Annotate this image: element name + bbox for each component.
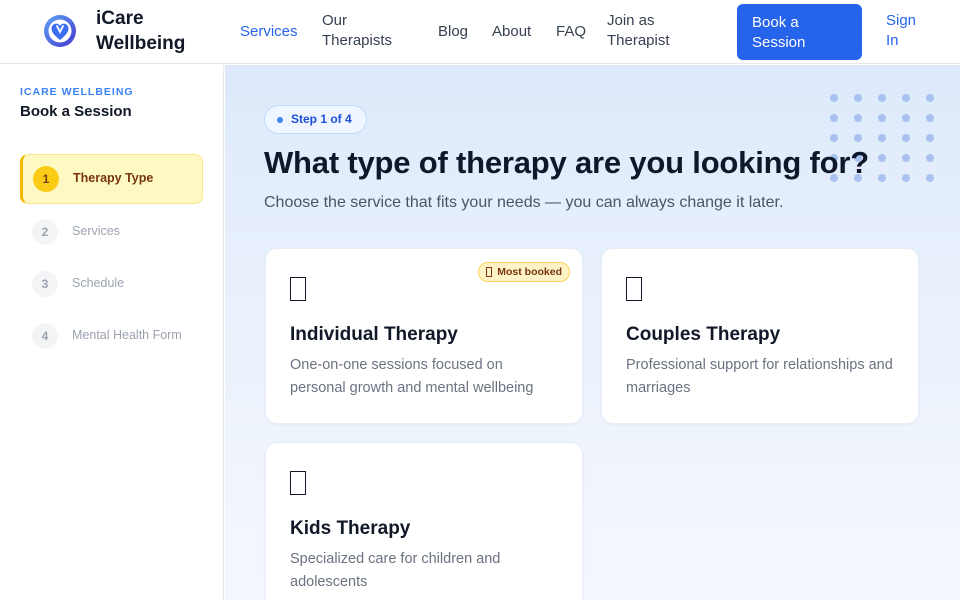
heart-logo-icon[interactable] (42, 13, 78, 49)
card-couples-therapy[interactable]: Couples Therapy Professional support for… (601, 248, 919, 424)
step-therapy-type[interactable]: 1 Therapy Type (20, 154, 203, 204)
decorative-dot (902, 154, 910, 162)
step-label: Therapy Type (73, 171, 154, 185)
decorative-dot (902, 174, 910, 182)
badge-label: Most booked (497, 266, 562, 278)
couples-therapy-icon (626, 277, 642, 301)
decorative-dot (878, 94, 886, 102)
nav-our-therapists[interactable]: Our Therapists (322, 11, 402, 51)
step-number: 2 (32, 219, 58, 245)
decorative-dot (902, 114, 910, 122)
decorative-dot (854, 94, 862, 102)
page-subtitle: Choose the service that fits your needs … (264, 194, 784, 211)
kids-therapy-icon (290, 471, 306, 495)
sidebar-eyebrow: ICARE WELLBEING (20, 86, 134, 98)
decorative-dot (878, 134, 886, 142)
top-navbar: iCare Wellbeing Services Our Therapists … (0, 0, 960, 64)
booking-steps-sidebar: ICARE WELLBEING Book a Session 1 Therapy… (0, 65, 224, 600)
card-description: Professional support for relationships a… (626, 357, 893, 396)
individual-therapy-icon (290, 277, 306, 301)
nav-blog[interactable]: Blog (438, 22, 468, 42)
nav-faq[interactable]: FAQ (556, 22, 586, 42)
step-number: 3 (32, 271, 58, 297)
step-indicator-pill: Step 1 of 4 (264, 105, 367, 134)
page-title: What type of therapy are you looking for… (264, 145, 869, 180)
decorative-dot (854, 114, 862, 122)
brand-name[interactable]: iCare Wellbeing (96, 6, 216, 56)
decorative-dot (878, 154, 886, 162)
most-booked-badge: Most booked (478, 262, 570, 282)
card-individual-therapy[interactable]: Most booked Individual Therapy One-on-on… (265, 248, 583, 424)
step-label: Schedule (72, 276, 125, 290)
nav-about[interactable]: About (492, 22, 531, 42)
card-description: One-on-one sessions focused on personal … (290, 357, 534, 396)
sign-in-link[interactable]: Sign In (886, 11, 926, 51)
card-description: Specialized care for children and adoles… (290, 551, 501, 590)
decorative-dot (902, 94, 910, 102)
decorative-dot (926, 114, 934, 122)
step-schedule[interactable]: 3 Schedule (20, 259, 203, 309)
nav-services[interactable]: Services (240, 22, 298, 42)
nav-join-as-therapist[interactable]: Join as Therapist (607, 11, 687, 51)
decorative-dot (830, 134, 838, 142)
decorative-dot (878, 174, 886, 182)
decorative-dot (926, 154, 934, 162)
step-label: Services (72, 224, 120, 238)
card-kids-therapy[interactable]: Kids Therapy Specialized care for childr… (265, 442, 583, 600)
step-number: 1 (33, 166, 59, 192)
step-number: 4 (32, 323, 58, 349)
decorative-dot (926, 134, 934, 142)
main-content: Step 1 of 4 What type of therapy are you… (225, 65, 960, 600)
decorative-dot (830, 94, 838, 102)
card-title: Kids Therapy (290, 518, 411, 539)
decorative-dot (902, 134, 910, 142)
decorative-dot (854, 134, 862, 142)
star-icon (486, 267, 493, 277)
step-mental-health-form[interactable]: 4 Mental Health Form (20, 311, 203, 361)
sidebar-title: Book a Session (20, 103, 132, 120)
decorative-dot (926, 94, 934, 102)
step-services[interactable]: 2 Services (20, 207, 203, 257)
book-session-button[interactable]: Book a Session (737, 4, 862, 60)
card-title: Individual Therapy (290, 324, 458, 345)
decorative-dot (926, 174, 934, 182)
step-label: Mental Health Form (72, 328, 182, 342)
decorative-dot (830, 114, 838, 122)
card-title: Couples Therapy (626, 324, 781, 345)
decorative-dot (878, 114, 886, 122)
